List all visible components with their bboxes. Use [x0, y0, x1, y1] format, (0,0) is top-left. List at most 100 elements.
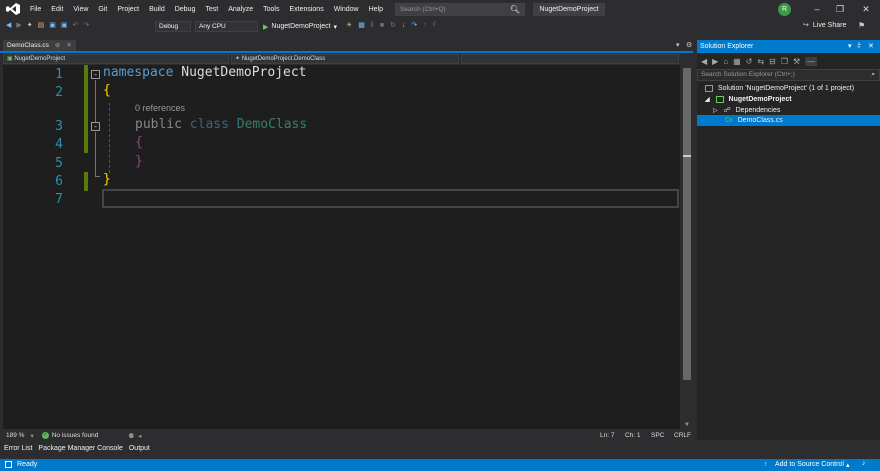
project-dropdown[interactable]: ▣ NugetDemoProject	[3, 54, 229, 64]
menu-edit[interactable]: Edit	[46, 0, 68, 19]
preview-icon[interactable]: —	[805, 56, 818, 66]
collapse-namespace-icon[interactable]: -	[91, 70, 100, 79]
restore-icon[interactable]: ❐	[832, 2, 848, 16]
play-icon: ▶	[263, 23, 269, 31]
line-indicator[interactable]: Ln: 7	[600, 432, 614, 439]
collapse-class-icon[interactable]: -	[91, 122, 100, 131]
tree-item-solution[interactable]: Solution 'NugetDemoProject' (1 of 1 proj…	[697, 83, 880, 94]
column-indicator[interactable]: Ch: 1	[625, 432, 641, 439]
menu-git[interactable]: Git	[93, 0, 112, 19]
search-icon[interactable]: 🔍︎	[510, 4, 520, 15]
minimize-icon[interactable]: –	[809, 2, 825, 16]
save-icon[interactable]: ▣	[49, 21, 56, 29]
step-into-icon[interactable]: ↓	[402, 22, 406, 29]
hot-reload-icon[interactable]: ☀	[346, 21, 352, 29]
collapsed-arrow-icon[interactable]: ▷	[713, 108, 718, 114]
whitespace-indicator[interactable]: SPC	[651, 432, 664, 439]
status-bar: Ready ↑ Add to Source Control ▴ ♪	[0, 459, 880, 471]
show-all-files-icon[interactable]: ❐	[781, 57, 788, 66]
platform-dropdown[interactable]: Any CPU	[195, 21, 258, 32]
home-icon[interactable]: ⌂	[723, 57, 728, 66]
member-dropdown[interactable]	[461, 54, 679, 64]
project-dropdown-value: NugetDemoProject	[14, 56, 66, 62]
close-icon[interactable]: ✕	[858, 2, 874, 16]
close-tab-icon[interactable]: ✕	[66, 40, 71, 51]
back-icon[interactable]: ◀	[701, 57, 707, 66]
zoom-level[interactable]: 189 %	[6, 432, 24, 439]
search-input[interactable]: Search (Ctrl+Q) 🔍︎	[395, 3, 525, 16]
tab-list-chevron-icon[interactable]: ▾	[676, 41, 680, 49]
menu-file[interactable]: File	[25, 0, 46, 19]
menu-help[interactable]: Help	[364, 0, 388, 19]
properties-icon[interactable]: ⚒	[793, 57, 800, 66]
redo-icon[interactable]: ↷	[83, 21, 89, 29]
save-all-icon[interactable]: ▣	[61, 21, 68, 29]
expanded-arrow-icon[interactable]: ◢	[705, 97, 710, 103]
pause-icon[interactable]: ‖	[371, 22, 374, 29]
switch-views-icon[interactable]: ▦	[733, 57, 741, 66]
run-button[interactable]: ▶ NugetDemoProject ▾	[263, 21, 337, 32]
dropdown-chevron-icon[interactable]: ▾	[848, 40, 852, 53]
code-editor[interactable]: 1 2 3 4 5 6 7 - - namespace NugetDemoPro…	[3, 65, 680, 429]
menu-analyze[interactable]: Analyze	[223, 0, 258, 19]
brace: }	[135, 154, 143, 169]
menu-extensions[interactable]: Extensions	[284, 0, 328, 19]
tree-item-democlass[interactable]: C# DemoClass.cs	[697, 115, 880, 126]
solution-explorer-header[interactable]: Solution Explorer ▾ ⫩ ✕	[697, 40, 880, 53]
menu-tools[interactable]: Tools	[258, 0, 284, 19]
git-icon[interactable]: ⚉	[128, 432, 134, 440]
codelens-references[interactable]: 0 references	[135, 103, 185, 113]
issues-status[interactable]: No issues found	[52, 432, 99, 439]
step-out-icon[interactable]: ↑	[423, 22, 427, 29]
menu-view[interactable]: View	[68, 0, 93, 19]
live-share-button[interactable]: ↪ Live Share	[803, 21, 846, 30]
line-ending-indicator[interactable]: CRLF	[674, 432, 691, 439]
pin-icon[interactable]: ⊕	[55, 40, 60, 51]
visual-studio-logo-icon	[6, 3, 20, 15]
stop-icon[interactable]: ■	[380, 22, 384, 29]
scrollbar-thumb[interactable]	[683, 68, 691, 380]
chevron-left-icon[interactable]: ◂	[138, 432, 141, 440]
step-over-icon[interactable]: ↷	[411, 21, 417, 29]
tree-item-project[interactable]: ◢ NugetDemoProject	[697, 94, 880, 105]
scroll-down-icon[interactable]: ▼	[684, 422, 690, 428]
menu-build[interactable]: Build	[144, 0, 170, 19]
zoom-chevron-icon[interactable]: ▾	[30, 432, 33, 440]
diagnostics-icon[interactable]: ▦	[358, 21, 365, 29]
tab-democlass[interactable]: DemoClass.cs ⊕ ✕	[3, 40, 76, 51]
avatar[interactable]: R	[778, 3, 791, 16]
comment-icon[interactable]: ⫽	[433, 21, 436, 29]
code-line-2: {	[103, 83, 111, 98]
line-number: 4	[55, 137, 63, 152]
vertical-scrollbar[interactable]: ▼	[681, 54, 693, 430]
forward-icon[interactable]: ▶	[16, 21, 21, 29]
notification-bell-icon[interactable]: ♪	[862, 460, 866, 467]
pin-icon[interactable]: ⫩	[857, 40, 861, 53]
menu-debug[interactable]: Debug	[170, 0, 201, 19]
collapse-all-icon[interactable]: ⊟	[769, 57, 776, 66]
undo-icon[interactable]: ↶	[73, 21, 79, 29]
close-icon[interactable]: ✕	[868, 40, 874, 53]
search-icon[interactable]: ⌕	[871, 70, 875, 80]
new-item-icon[interactable]: ✦	[27, 21, 33, 29]
menu-window[interactable]: Window	[329, 0, 364, 19]
gear-icon[interactable]: ⚙	[686, 41, 692, 49]
feedback-icon[interactable]: ⚑	[858, 21, 865, 30]
csharp-project-icon: ▣	[7, 56, 13, 62]
tab-output[interactable]: Output	[129, 445, 150, 452]
tab-package-manager-console[interactable]: Package Manager Console	[38, 445, 122, 452]
restart-icon[interactable]: ↻	[390, 21, 396, 29]
pending-changes-icon[interactable]: ↺	[746, 57, 753, 66]
open-folder-icon[interactable]: ▤	[38, 21, 45, 29]
menu-bar: File Edit View Git Project Build Debug T…	[0, 0, 880, 19]
solution-explorer-search-input[interactable]: Search Solution Explorer (Ctrl+;) ⌕	[697, 69, 880, 81]
type-dropdown[interactable]: ✦ NugetDemoProject.DemoClass	[231, 54, 459, 64]
source-control-button[interactable]: Add to Source Control	[775, 461, 844, 468]
tab-error-list[interactable]: Error List	[4, 445, 32, 452]
menu-test[interactable]: Test	[200, 0, 223, 19]
configuration-dropdown[interactable]: Debug	[155, 21, 191, 32]
menu-project[interactable]: Project	[112, 0, 144, 19]
forward-icon[interactable]: ▶	[712, 57, 718, 66]
back-icon[interactable]: ◀	[6, 21, 11, 29]
sync-icon[interactable]: ⇆	[757, 57, 764, 66]
